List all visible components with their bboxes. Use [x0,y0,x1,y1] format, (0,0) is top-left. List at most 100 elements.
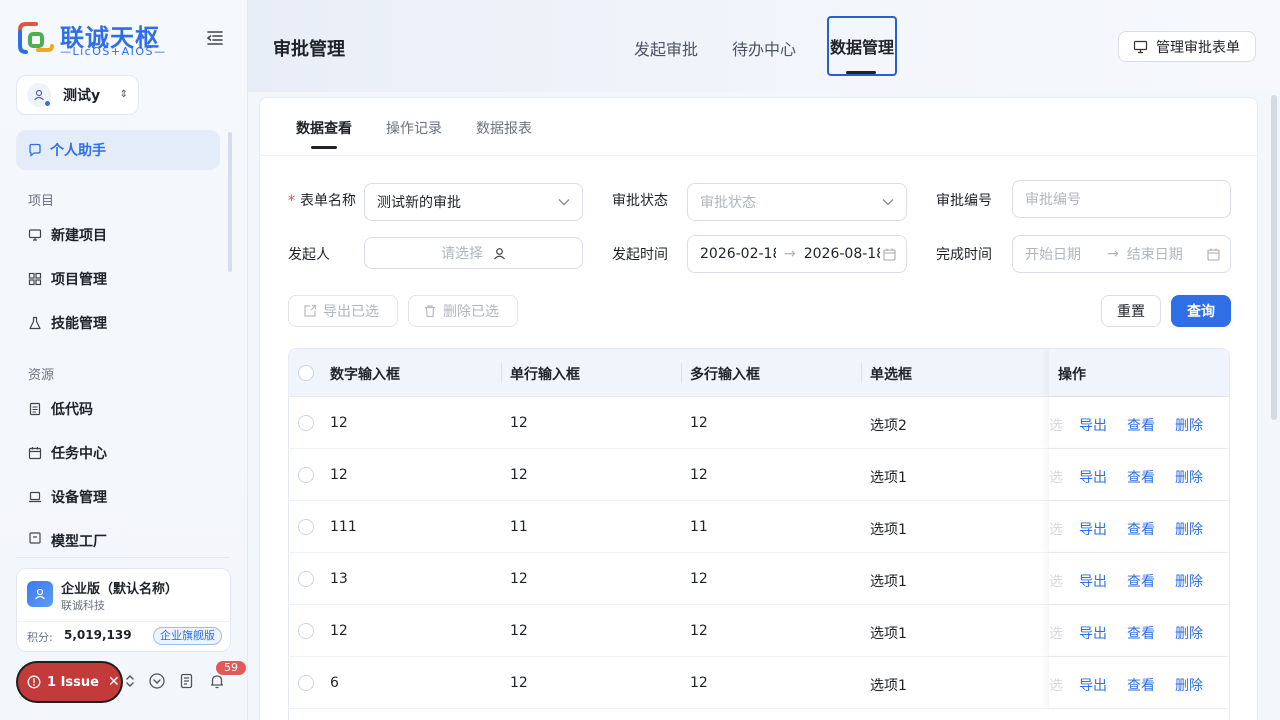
calendar-icon [883,248,896,261]
points-label: 积分: [27,631,53,644]
view-row-button[interactable]: 查看 [1127,623,1155,643]
delete-row-button[interactable]: 删除 [1175,571,1203,591]
export-row-button[interactable]: 导出 [1079,415,1107,435]
delete-row-button[interactable]: 删除 [1175,675,1203,695]
column-header: 多行输入框 [690,367,760,383]
tab-todo-center[interactable]: 待办中心 [732,36,796,60]
enterprise-divider [17,621,230,622]
calendar-icon [1207,248,1220,261]
column-header: 数字输入框 [330,367,400,383]
chevron-updown-icon[interactable] [121,672,139,690]
delete-row-button[interactable]: 删除 [1175,467,1203,487]
close-icon[interactable]: ✕ [108,674,120,690]
view-row-button[interactable]: 查看 [1127,571,1155,591]
workspace-selector[interactable]: 测试y ⇕ [16,75,139,115]
approval-status-select[interactable]: 审批状态 [687,183,907,221]
user-icon [34,89,44,101]
form-name-value: 测试新的审批 [377,195,461,211]
operations-column-header: 操作 [1049,349,1229,396]
subtab-operation-log[interactable]: 操作记录 [386,118,442,138]
column-header: 单选框 [870,367,912,383]
export-row-button[interactable]: 导出 [1079,519,1107,539]
sidebar: 联诚天枢 —LicOS+AIOS— 测试y ⇕ 个人助手 项目 新建项目 项目管… [0,0,248,720]
approval-status-label: 审批状态 [612,193,668,209]
export-row-button[interactable]: 导出 [1079,623,1107,643]
row-checkbox[interactable] [298,623,314,639]
table-row: 12 12 12 选项2 选导出 查看 删除 [289,397,1229,449]
column-divider [681,363,682,383]
reset-button[interactable]: 重置 [1101,295,1161,327]
tab-initiate-approval[interactable]: 发起审批 [634,36,698,60]
sidebar-item-label: 模型工厂 [51,534,107,550]
finish-end-placeholder: 结束日期 [1126,247,1183,263]
table-cell: 111 [330,519,357,535]
delete-row-button[interactable]: 删除 [1175,623,1203,643]
finish-time-range[interactable]: 开始日期 → 结束日期 [1012,235,1231,273]
chevron-down-icon [882,199,894,206]
sidebar-item-personal-assistant[interactable]: 个人助手 [16,130,220,170]
page-scrollbar[interactable] [1271,95,1277,420]
row-operations: 选导出 查看 删除 [1049,605,1229,656]
subtab-data-report[interactable]: 数据报表 [476,118,532,138]
sidebar-item-device-management[interactable]: 设备管理 [16,479,220,515]
form-name-label: * 表单名称 [288,193,356,209]
monitor-icon [1133,40,1148,53]
sidebar-item-new-project[interactable]: 新建项目 [16,217,220,253]
form-name-select[interactable]: 测试新的审批 [364,183,583,221]
row-checkbox[interactable] [298,519,314,535]
view-row-button[interactable]: 查看 [1127,467,1155,487]
query-button[interactable]: 查询 [1171,295,1231,327]
subtab-indicator [311,146,337,149]
row-checkbox[interactable] [298,675,314,691]
initiator-picker[interactable]: 请选择 [364,237,583,269]
end-date-value: 2026-08-18 [803,246,880,262]
sidebar-item-skill-management[interactable]: 技能管理 [16,305,220,341]
view-row-button[interactable]: 查看 [1127,519,1155,539]
table-cell: 选项1 [870,574,907,590]
select-all-checkbox[interactable] [298,365,314,381]
view-row-button[interactable]: 查看 [1127,675,1155,695]
sidebar-item-low-code[interactable]: 低代码 [16,391,220,427]
enterprise-name: 企业版（默认名称） [61,582,179,597]
truncated-operation-text: 选 [1049,470,1063,486]
chevron-down-circle-icon[interactable] [148,672,166,690]
delete-row-button[interactable]: 删除 [1175,519,1203,539]
issue-button[interactable]: 1 Issue ✕ [18,663,121,701]
sidebar-item-label: 新建项目 [51,228,107,244]
approval-number-input[interactable]: 审批编号 [1012,180,1231,218]
table-cell: 12 [510,467,528,483]
view-row-button[interactable]: 查看 [1127,415,1155,435]
page-title: 审批管理 [273,39,345,60]
brand-logo[interactable]: 联诚天枢 —LicOS+AIOS— [16,18,186,60]
export-selected-button[interactable]: 导出已选 [288,295,398,327]
export-row-button[interactable]: 导出 [1079,675,1107,695]
sidebar-item-task-center[interactable]: 任务中心 [16,435,220,471]
subtab-data-view[interactable]: 数据查看 [296,118,352,138]
row-checkbox[interactable] [298,415,314,431]
export-row-button[interactable]: 导出 [1079,571,1107,591]
export-row-button[interactable]: 导出 [1079,467,1107,487]
table-row: 13 12 12 选项1 选导出 查看 删除 [289,553,1229,605]
collapse-sidebar-icon[interactable] [205,28,225,48]
table-cell: 选项2 [870,418,907,434]
document-icon [29,402,41,416]
enterprise-card[interactable]: 企业版（默认名称） 联诚科技 积分: 5,019,139 企业旗舰版 [16,568,231,652]
row-checkbox[interactable] [298,571,314,587]
user-icon [494,247,505,259]
manage-approval-forms-button[interactable]: 管理审批表单 [1118,31,1256,62]
delete-row-button[interactable]: 删除 [1175,415,1203,435]
start-time-range[interactable]: 2026-02-18 → 2026-08-18 [687,235,907,273]
tab-data-management[interactable]: 数据管理 [827,16,897,76]
column-header: 单行输入框 [510,367,580,383]
row-operations: 选导出 查看 删除 [1049,501,1229,552]
row-checkbox[interactable] [298,467,314,483]
table-cell: 12 [510,415,528,431]
delete-selected-button[interactable]: 删除已选 [408,295,518,327]
sort-caret-icon: ⇕ [119,89,128,100]
sidebar-item-project-management[interactable]: 项目管理 [16,261,220,297]
clipboard-icon[interactable] [178,672,196,690]
truncated-operation-text: 选 [1049,574,1063,590]
start-date-value: 2026-02-18 [700,246,776,262]
sidebar-scrollbar[interactable] [228,132,232,272]
sidebar-item-model-factory[interactable]: 模型工厂 [16,522,220,550]
